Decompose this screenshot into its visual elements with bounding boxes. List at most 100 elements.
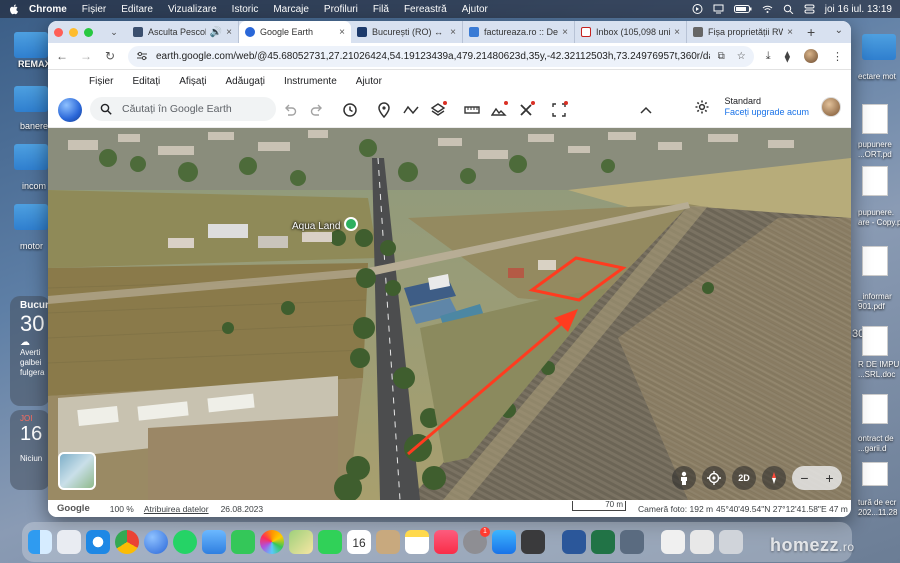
reload-icon[interactable]: ↻ [104, 49, 116, 63]
whatsapp-icon[interactable] [173, 530, 197, 554]
tab-search-chevron-icon[interactable]: ⌄ [105, 24, 123, 40]
ruler-measure-icon[interactable] [462, 100, 482, 120]
close-tab-icon[interactable]: × [674, 27, 680, 38]
close-tab-icon[interactable]: × [562, 27, 568, 38]
google-earth-logo[interactable] [58, 98, 82, 122]
site-settings-icon[interactable] [136, 51, 148, 61]
close-tab-icon[interactable]: × [450, 27, 456, 38]
street-view-pegman-icon[interactable] [672, 466, 696, 490]
earth-menu-edit[interactable]: Editați [132, 76, 160, 87]
menu-file[interactable]: Fișier [82, 4, 106, 15]
layers-icon[interactable] [428, 100, 448, 120]
music-icon[interactable] [434, 530, 458, 554]
photos-icon[interactable] [260, 530, 284, 554]
safari-icon[interactable] [86, 530, 110, 554]
launchpad-icon[interactable] [57, 530, 81, 554]
search-input[interactable]: Căutați în Google Earth [122, 103, 232, 115]
word-icon[interactable] [562, 530, 586, 554]
close-tab-icon[interactable]: × [339, 27, 345, 38]
menu-bookmarks[interactable]: Marcaje [273, 4, 309, 15]
file-icon[interactable] [862, 166, 888, 196]
menu-edit[interactable]: Editare [121, 4, 153, 15]
account-info[interactable]: Standard Faceți upgrade acum [724, 96, 809, 118]
cast-icon[interactable]: ⧉ [718, 51, 725, 62]
url-text[interactable]: earth.google.com/web/@45.68052731,27.210… [156, 51, 710, 62]
tools-cross-icon[interactable] [516, 100, 536, 120]
finder-icon[interactable] [28, 530, 52, 554]
satellite-imagery[interactable] [48, 128, 851, 500]
gear-icon[interactable] [694, 99, 710, 115]
preview-icon[interactable] [620, 530, 644, 554]
system-settings-icon[interactable]: 1 [463, 527, 490, 554]
new-tab-button[interactable]: + [807, 24, 815, 40]
doc-file-icon[interactable] [862, 326, 888, 356]
kebab-menu-icon[interactable]: ⋮ [832, 50, 843, 63]
zoom-window-button[interactable] [84, 27, 93, 37]
facetime-icon[interactable] [318, 530, 342, 554]
capture-screenshot-icon[interactable] [549, 100, 569, 120]
app-store-icon[interactable] [492, 530, 516, 554]
documents-stack-icon[interactable] [690, 530, 714, 554]
data-attribution-link[interactable]: Atribuirea datelor [144, 504, 209, 514]
zoom-out-button[interactable]: − [800, 470, 808, 486]
doc-file-icon[interactable] [862, 394, 888, 424]
aqua-land-placemark-icon[interactable] [344, 217, 358, 231]
notes-icon[interactable] [405, 530, 429, 554]
excel-icon[interactable] [591, 530, 615, 554]
close-tab-icon[interactable]: × [226, 27, 232, 38]
forward-arrow-icon[interactable]: → [80, 49, 92, 63]
media-play-icon[interactable] [692, 4, 703, 14]
close-window-button[interactable] [54, 27, 63, 37]
screen-mirror-icon[interactable] [713, 4, 724, 14]
menu-window[interactable]: Fereastră [404, 4, 447, 15]
downloads-stack-icon[interactable] [661, 530, 685, 554]
history-icon[interactable] [340, 100, 360, 120]
trash-icon[interactable] [719, 530, 743, 554]
compass-icon[interactable] [762, 466, 786, 490]
menu-view[interactable]: Vizualizare [168, 4, 217, 15]
tab-inbox[interactable]: Inbox (105,098 uni × [575, 21, 687, 43]
toggle-2d-button[interactable]: 2D [732, 466, 756, 490]
pdf-file-icon[interactable] [862, 246, 888, 276]
contacts-icon[interactable] [376, 530, 400, 554]
menu-help[interactable]: Ajutor [462, 4, 488, 15]
weather-widget[interactable]: Bucur 30 ☁ Averti galbei fulgera [10, 296, 50, 406]
redo-icon[interactable] [307, 100, 327, 120]
avatar[interactable] [821, 97, 841, 117]
earth-menu-view[interactable]: Afișați [179, 76, 206, 87]
menu-history[interactable]: Istoric [232, 4, 259, 15]
path-line-icon[interactable] [401, 100, 421, 120]
download-icon[interactable]: ⤓ [766, 50, 771, 63]
menu-tab[interactable]: Filă [373, 4, 389, 15]
tab-asculta[interactable]: Asculta Pescob 🔊 × [127, 21, 239, 43]
menu-profiles[interactable]: Profiluri [324, 4, 358, 15]
back-arrow-icon[interactable]: ← [56, 49, 68, 63]
earth-menu-help[interactable]: Ajutor [356, 76, 382, 87]
battery-icon[interactable] [733, 4, 752, 14]
earth-menu-add[interactable]: Adăugați [225, 76, 264, 87]
google-earth-app-icon[interactable] [144, 530, 168, 554]
map-style-thumbnail[interactable] [58, 452, 96, 490]
apple-icon[interactable] [8, 3, 19, 15]
earth-search-box[interactable]: Căutați în Google Earth [90, 97, 276, 121]
earth-menu-file[interactable]: Fișier [89, 76, 113, 87]
folder-icon[interactable] [14, 86, 48, 112]
chevron-down-icon[interactable]: ⌄ [835, 25, 843, 36]
zoom-in-button[interactable]: + [825, 470, 833, 486]
calculator-icon[interactable] [521, 530, 545, 554]
tab-bucuresti[interactable]: București (RO) ↔ D × [351, 21, 463, 43]
screenshot-file-icon[interactable] [862, 462, 888, 486]
speaker-icon[interactable]: 🔊 [210, 27, 222, 38]
profile-avatar[interactable] [804, 49, 818, 63]
undo-icon[interactable] [280, 100, 300, 120]
extensions-puzzle-icon[interactable]: ⧫ [785, 50, 790, 63]
folder-icon[interactable] [14, 32, 48, 58]
tab-fisa-proprietatii[interactable]: Fișa proprietății RW × [687, 21, 799, 43]
tab-google-earth[interactable]: Google Earth × [239, 21, 351, 43]
bookmark-star-icon[interactable]: ☆ [737, 51, 746, 62]
my-location-icon[interactable] [702, 466, 726, 490]
folder-icon[interactable] [14, 204, 48, 230]
earth-3d-view[interactable]: Aqua Land 2D − + [48, 128, 851, 500]
menu-app-name[interactable]: Chrome [29, 4, 67, 15]
wifi-icon[interactable] [762, 4, 773, 14]
